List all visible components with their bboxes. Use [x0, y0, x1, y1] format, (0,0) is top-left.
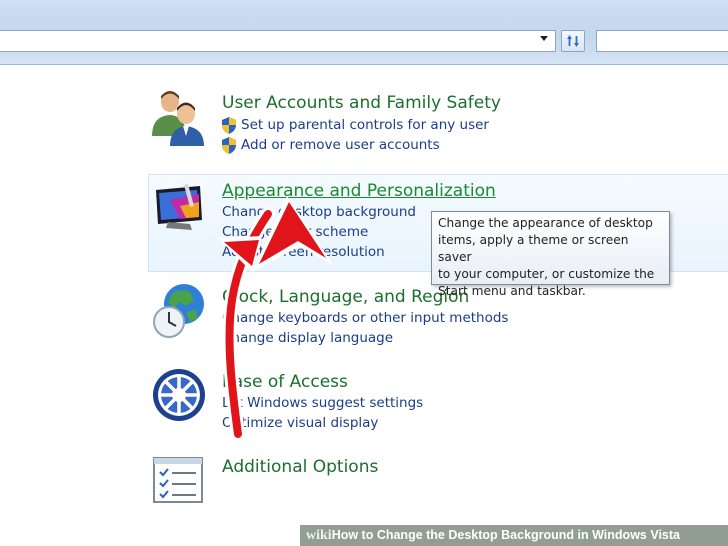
category-title-additional-options[interactable]: Additional Options: [222, 457, 378, 477]
uac-shield-icon: [222, 137, 236, 154]
link-change-display-language[interactable]: Change display language: [222, 330, 393, 346]
checklist-icon: [153, 457, 203, 503]
link-windows-suggest-settings[interactable]: Let Windows suggest settings: [222, 395, 423, 411]
tooltip-line: items, apply a theme or screen saver: [438, 233, 629, 264]
refresh-icon: [567, 35, 579, 47]
refresh-button[interactable]: [561, 30, 585, 52]
search-input[interactable]: [596, 30, 728, 52]
dropdown-arrow-icon[interactable]: [540, 36, 548, 41]
tooltip-line: Start menu and taskbar.: [438, 284, 586, 298]
display-icon: [156, 184, 202, 230]
category-title-clock-language[interactable]: Clock, Language, and Region: [222, 287, 469, 307]
users-icon: [152, 91, 204, 146]
wikihow-footer: wikiHow to Change the Desktop Background…: [300, 525, 728, 546]
link-add-remove-users[interactable]: Add or remove user accounts: [241, 137, 440, 153]
address-toolbar: [0, 0, 728, 65]
category-tooltip: Change the appearance of desktop items, …: [431, 211, 670, 298]
tooltip-line: Change the appearance of desktop: [438, 216, 653, 230]
link-change-desktop-background[interactable]: Change desktop background: [222, 204, 416, 220]
footer-title: to Change the Desktop Background in Wind…: [358, 528, 680, 542]
globe-clock-icon: [153, 284, 204, 338]
link-adjust-screen-resolution[interactable]: Adjust screen resolution: [222, 244, 385, 260]
uac-shield-icon: [222, 117, 236, 134]
wikihow-brand: wiki: [306, 528, 332, 543]
link-parental-controls[interactable]: Set up parental controls for any user: [241, 117, 489, 133]
category-title-appearance[interactable]: Appearance and Personalization: [222, 181, 496, 201]
category-title-ease-of-access[interactable]: Ease of Access: [222, 372, 348, 392]
link-optimize-visual-display[interactable]: Optimize visual display: [222, 415, 378, 431]
link-change-keyboards[interactable]: Change keyboards or other input methods: [222, 310, 508, 326]
category-title-user-accounts[interactable]: User Accounts and Family Safety: [222, 93, 501, 113]
link-change-color-scheme[interactable]: Change color scheme: [222, 224, 368, 240]
ease-of-access-icon: [153, 369, 205, 421]
address-bar[interactable]: [0, 30, 556, 52]
tooltip-line: to your computer, or customize the: [438, 267, 655, 281]
wikihow-how: How: [331, 528, 359, 542]
